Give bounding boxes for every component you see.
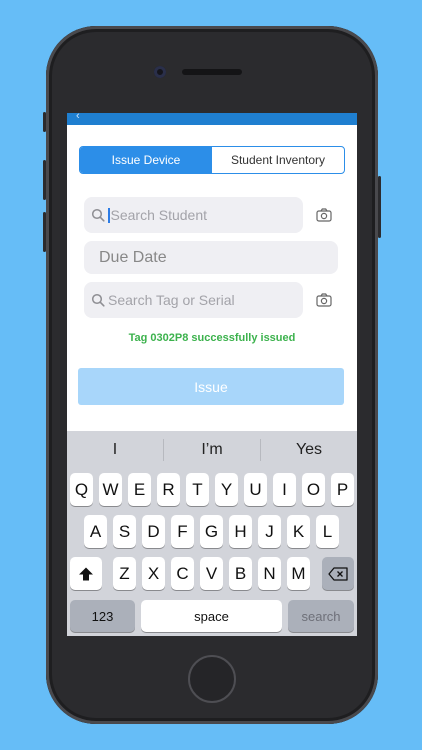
app-screen: ‹ Issue Device Student Inventory Search …	[67, 113, 357, 636]
key[interactable]: G	[200, 515, 223, 548]
backspace-key[interactable]	[322, 557, 354, 590]
key[interactable]: C	[171, 557, 194, 590]
search-student-placeholder: Search Student	[110, 207, 208, 223]
key[interactable]: Y	[215, 473, 238, 506]
back-chevron-icon[interactable]: ‹	[76, 113, 80, 122]
search-student-input[interactable]: Search Student	[84, 197, 303, 233]
segmented-control: Issue Device Student Inventory	[79, 146, 345, 174]
keyboard: I I’m Yes Q W E R T Y U I O P A S D F G …	[67, 431, 357, 636]
mute-switch	[43, 112, 46, 132]
key[interactable]: J	[258, 515, 281, 548]
home-button[interactable]	[188, 655, 236, 703]
tab-student-inventory[interactable]: Student Inventory	[212, 147, 344, 173]
volume-down-button	[43, 212, 46, 252]
key[interactable]: F	[171, 515, 194, 548]
numbers-key[interactable]: 123	[70, 600, 135, 632]
key[interactable]: W	[99, 473, 122, 506]
key[interactable]: M	[287, 557, 310, 590]
key[interactable]: U	[244, 473, 267, 506]
suggestion-item[interactable]: Yes	[261, 441, 357, 459]
key[interactable]: O	[302, 473, 325, 506]
key[interactable]: X	[142, 557, 165, 590]
key[interactable]: T	[186, 473, 209, 506]
power-button	[378, 176, 381, 238]
shift-key[interactable]	[70, 557, 102, 590]
key[interactable]: Q	[70, 473, 93, 506]
suggestion-item[interactable]: I’m	[164, 441, 260, 459]
search-tag-input[interactable]: Search Tag or Serial	[84, 282, 303, 318]
due-date-placeholder: Due Date	[99, 248, 167, 266]
due-date-field[interactable]: Due Date	[84, 241, 338, 274]
key[interactable]: H	[229, 515, 252, 548]
front-camera	[154, 66, 166, 78]
camera-icon[interactable]	[316, 208, 332, 222]
key[interactable]: E	[128, 473, 151, 506]
delete-icon	[328, 566, 348, 581]
text-cursor	[108, 207, 110, 223]
key[interactable]: L	[316, 515, 339, 548]
search-tag-placeholder: Search Tag or Serial	[108, 292, 235, 308]
key[interactable]: K	[287, 515, 310, 548]
key[interactable]: Z	[113, 557, 136, 590]
suggestion-bar: I I’m Yes	[67, 431, 357, 469]
key[interactable]: N	[258, 557, 281, 590]
camera-icon[interactable]	[316, 293, 332, 307]
key[interactable]: V	[200, 557, 223, 590]
earpiece-speaker	[182, 69, 242, 75]
key[interactable]: B	[229, 557, 252, 590]
search-icon	[91, 293, 105, 307]
space-key[interactable]: space	[141, 600, 282, 632]
key[interactable]: D	[142, 515, 165, 548]
key[interactable]: S	[113, 515, 136, 548]
search-key[interactable]: search	[288, 600, 354, 632]
navigation-bar: ‹	[67, 113, 357, 125]
search-icon	[91, 208, 105, 222]
volume-up-button	[43, 160, 46, 200]
status-message: Tag 0302P8 successfully issued	[128, 332, 296, 344]
suggestion-item[interactable]: I	[67, 441, 163, 459]
key[interactable]: R	[157, 473, 180, 506]
key[interactable]: P	[331, 473, 354, 506]
key[interactable]: I	[273, 473, 296, 506]
tab-issue-device[interactable]: Issue Device	[80, 147, 212, 173]
issue-button[interactable]: Issue	[78, 368, 344, 405]
key[interactable]: A	[84, 515, 107, 548]
shift-arrow-icon	[79, 567, 93, 580]
